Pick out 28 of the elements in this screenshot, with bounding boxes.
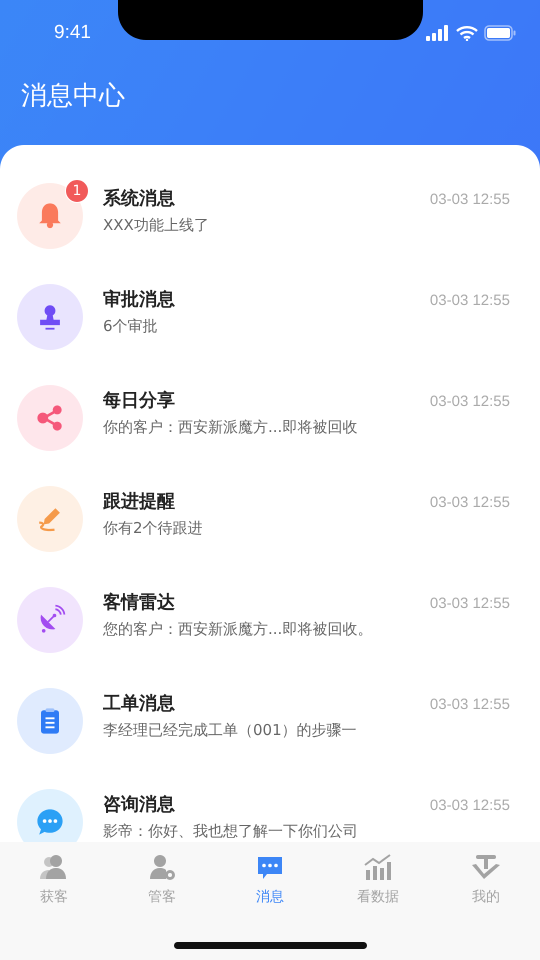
message-time: 03-03 12:55 — [430, 696, 510, 713]
message-time: 03-03 12:55 — [430, 797, 510, 814]
message-preview: 你的客户：西安新派魔方...即将被回收 — [103, 418, 358, 437]
message-time: 03-03 12:55 — [430, 191, 510, 208]
message-time: 03-03 12:55 — [430, 393, 510, 410]
unread-badge: 1 — [65, 178, 89, 202]
message-preview: 6个审批 — [103, 317, 159, 336]
page-title: 消息中心 — [21, 80, 125, 113]
message-title[interactable]: 咨询消息 — [103, 792, 175, 816]
message-preview: 你有2个待跟进 — [103, 519, 204, 538]
message-preview: 影帝：你好、我也想了解一下你们公司 — [103, 822, 359, 841]
message-preview: 李经理已经完成工单（001）的步骤一 — [103, 721, 358, 740]
battery-icon — [484, 25, 516, 41]
message-title[interactable]: 系统消息 — [103, 186, 175, 210]
message-preview: XXX功能上线了 — [103, 216, 210, 235]
status-time: 9:41 — [54, 22, 91, 44]
message-preview: 您的客户：西安新派魔方...即将被回收。 — [103, 620, 374, 639]
message-title[interactable]: 工单消息 — [103, 691, 175, 715]
wifi-icon — [456, 25, 478, 41]
signal-icon — [426, 25, 450, 41]
message-title[interactable]: 跟进提醒 — [103, 489, 175, 513]
message-title[interactable]: 每日分享 — [103, 388, 175, 412]
message-time: 03-03 12:55 — [430, 494, 510, 511]
icon-background[interactable] — [17, 788, 83, 842]
message-title[interactable]: 客情雷达 — [103, 590, 175, 614]
message-time: 03-03 12:55 — [430, 595, 510, 612]
message-title[interactable]: 审批消息 — [103, 287, 175, 311]
message-time: 03-03 12:55 — [430, 292, 510, 309]
